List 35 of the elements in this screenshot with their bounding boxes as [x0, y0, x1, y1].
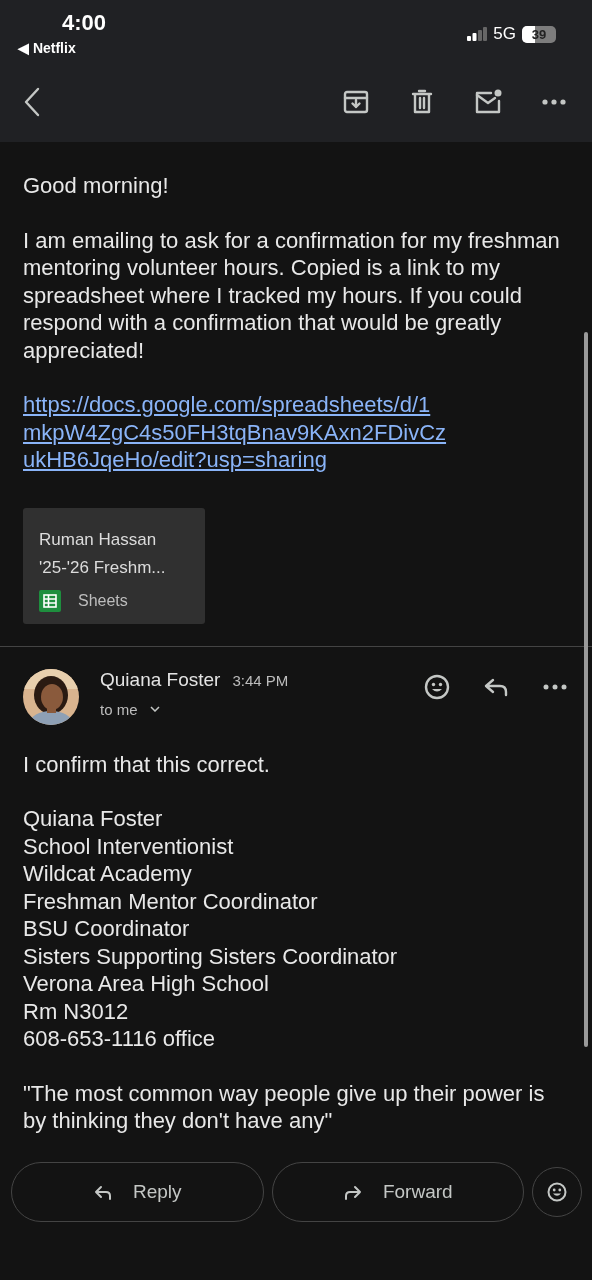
signature-line: Freshman Mentor Coordinator	[23, 887, 319, 915]
body-paragraph: I confirm that this correct.	[23, 750, 271, 778]
attachment-app: Sheets	[78, 591, 128, 610]
signature-line: Verona Area High School	[23, 970, 270, 998]
back-icon[interactable]	[22, 87, 42, 117]
sender-name: Quiana Foster	[100, 668, 221, 691]
signature-line: School Interventionist	[23, 832, 235, 860]
status-time: 4:00	[62, 10, 107, 36]
signature-line: Rm N3012	[23, 997, 130, 1025]
attachment-title: '25-'26 Freshm...	[39, 556, 167, 579]
mail-icon[interactable]	[474, 88, 502, 116]
message-time: 3:44 PM	[232, 671, 289, 689]
attachment-card[interactable]: Ruman Hassan '25-'26 Freshm... Sheets	[23, 507, 205, 624]
emoji-button[interactable]	[532, 1167, 582, 1217]
network-label: 5G	[493, 24, 516, 44]
emoji-icon[interactable]	[424, 673, 450, 700]
spreadsheet-link[interactable]: https://docs.google.com/spreadsheets/d/1mkpW4ZgC4s50FH3tqBnav9KAxn2FDivCzukHB6JqeHo/edit?usp=sharing	[23, 391, 448, 474]
reply-icon	[92, 1183, 113, 1201]
signature-line: Sisters Supporting Sisters Coordinator	[23, 942, 399, 970]
body-paragraph: I am emailing to ask for a confirmation for my freshman mentoring volunteer hours. Copied is a link to my spreadsheet where I tracked my hours. If you could respond with a confirmation that would be greatly appreciated!	[23, 226, 561, 364]
signature-line: Quiana Foster	[23, 805, 164, 833]
emoji-icon	[547, 1182, 567, 1202]
signature-line: 608-653-1116 office	[23, 1025, 217, 1053]
attachment-title: Ruman Hassan	[39, 528, 158, 551]
chevron-down-icon	[149, 706, 160, 712]
signature-line: Wildcat Academy	[23, 860, 193, 888]
body-paragraph: Good morning!	[23, 172, 170, 200]
spreadsheet-icon	[39, 589, 61, 612]
back-to-app-link[interactable]: ◀ Netflix	[18, 40, 107, 56]
signature-line: BSU Coordinator	[23, 915, 191, 943]
signature-quote: "The most common way people give up their power is by thinking they don't have any"	[23, 1079, 546, 1135]
recipients-toggle[interactable]: to me	[100, 700, 424, 718]
signal-icon	[467, 27, 488, 41]
forward-icon	[342, 1183, 363, 1201]
archive-icon[interactable]	[342, 88, 370, 116]
